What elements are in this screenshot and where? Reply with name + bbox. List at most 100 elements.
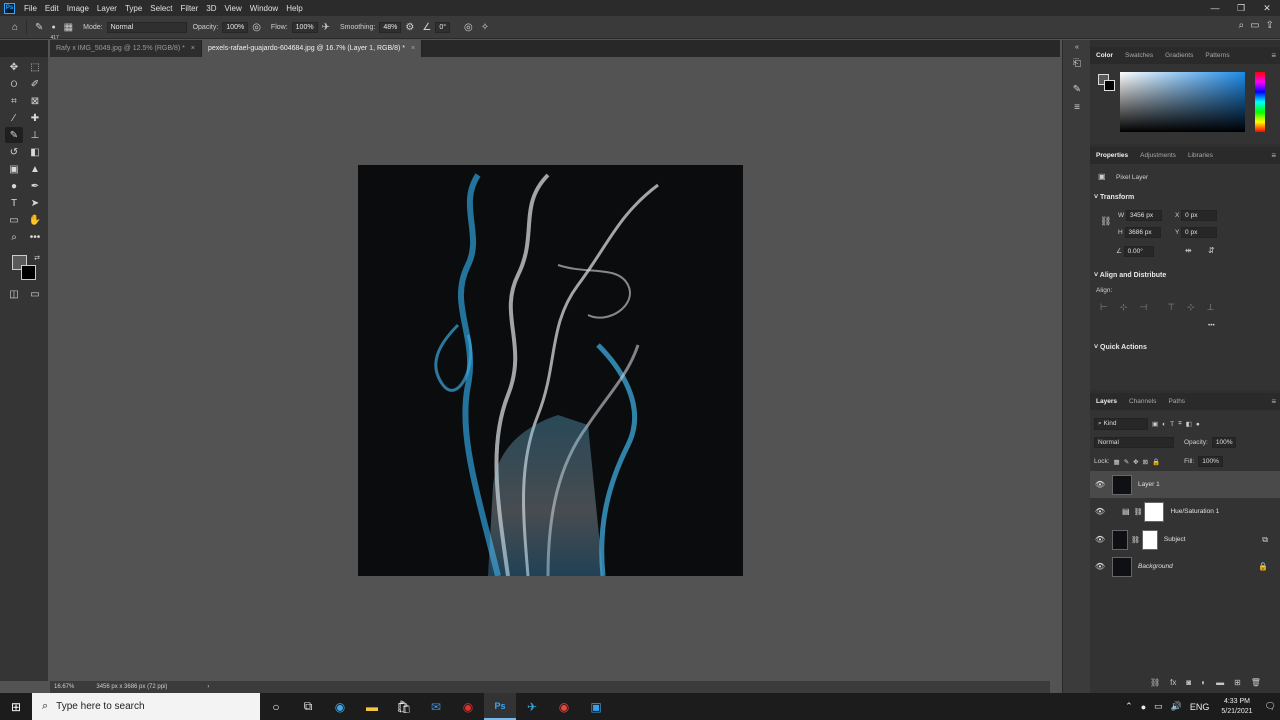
menu-window[interactable]: Window [246, 4, 282, 13]
more-tools-icon[interactable]: ••• [26, 229, 44, 245]
flip-horizontal-icon[interactable]: ⇹ [1185, 246, 1192, 255]
telegram-icon[interactable]: ✈ [516, 693, 548, 720]
color-picker-field[interactable] [1120, 72, 1245, 132]
layer-name[interactable]: Layer 1 [1138, 481, 1160, 488]
y-input[interactable]: 0 px [1181, 227, 1218, 238]
layer-name[interactable]: Subject [1164, 536, 1186, 543]
eraser-tool-icon[interactable]: ◧ [26, 144, 44, 160]
crop-tool-icon[interactable]: ⌗ [5, 93, 23, 109]
tab-gradients[interactable]: Gradients [1159, 52, 1199, 59]
tab-layers[interactable]: Layers [1090, 398, 1123, 405]
filter-toggle-icon[interactable]: ● [1196, 421, 1200, 428]
layer-opacity-input[interactable]: 100% [1211, 437, 1237, 448]
document-canvas[interactable] [358, 165, 743, 576]
filter-pixel-icon[interactable]: ▣ [1152, 420, 1158, 428]
clock[interactable]: 4:33 PM 5/21/2021 [1221, 697, 1252, 717]
eyedropper-tool-icon[interactable]: ⁄ [5, 110, 23, 126]
opacity-input[interactable]: 100% [222, 21, 249, 33]
home-icon[interactable]: ⌂ [12, 22, 18, 33]
lock-position-icon[interactable]: ✥ [1133, 458, 1138, 466]
menu-edit[interactable]: Edit [41, 4, 63, 13]
filter-smart-icon[interactable]: ◧ [1186, 420, 1192, 428]
link-layers-icon[interactable]: ⛓ [1150, 678, 1160, 687]
quick-mask-icon[interactable]: ◫ [5, 286, 23, 302]
blend-mode-select[interactable]: Normal [1094, 437, 1174, 448]
quick-actions-title[interactable]: ˅ Quick Actions [1094, 344, 1147, 351]
menu-type[interactable]: Type [121, 4, 146, 13]
align-right-icon[interactable]: ⊣ [1139, 302, 1147, 313]
quick-select-tool-icon[interactable]: ✐ [26, 76, 44, 92]
pen-tool-icon[interactable]: ✒ [26, 178, 44, 194]
visibility-eye-icon[interactable]: 👁 [1090, 480, 1110, 489]
tab-paths[interactable]: Paths [1162, 398, 1191, 405]
screen-mode-icon[interactable]: ▭ [26, 286, 44, 302]
align-bottom-icon[interactable]: ⊥ [1207, 302, 1215, 313]
panel-menu-icon[interactable]: ≡ [1271, 397, 1276, 406]
transform-title[interactable]: ˅ Transform [1094, 194, 1134, 201]
visibility-eye-icon[interactable]: 👁 [1090, 562, 1110, 571]
lock-all-icon[interactable]: 🔒 [1152, 458, 1160, 466]
add-mask-icon[interactable]: ◙ [1186, 678, 1191, 687]
align-vcenter-icon[interactable]: ⊹ [1187, 302, 1195, 313]
rectangle-tool-icon[interactable]: ▭ [5, 212, 23, 228]
adjust-panel-icon[interactable]: ≡ [1069, 100, 1085, 114]
pressure-size-icon[interactable]: ◎ [464, 22, 473, 33]
mode-select[interactable]: Normal [106, 21, 187, 33]
adjustment-layer-icon[interactable]: ◐ [1201, 678, 1206, 687]
menu-layer[interactable]: Layer [93, 4, 121, 13]
new-layer-icon[interactable]: ⊞ [1234, 678, 1241, 687]
zoom-tool-icon[interactable]: ⌕ [5, 229, 23, 245]
status-arrow-icon[interactable]: › [207, 684, 209, 690]
mask-thumbnail[interactable] [1141, 529, 1158, 550]
tab-properties[interactable]: Properties [1090, 152, 1134, 159]
flow-input[interactable]: 100% [291, 21, 318, 33]
menu-view[interactable]: View [221, 4, 246, 13]
gradient-tool-icon[interactable]: ▣ [5, 161, 23, 177]
taskbar-search[interactable]: ⌕ Type here to search [32, 693, 260, 720]
lock-pixels-icon[interactable]: ▦ [1114, 458, 1120, 466]
layer-row-subject[interactable]: 👁 ⛓ Subject ⧉ [1090, 526, 1280, 553]
menu-select[interactable]: Select [146, 4, 176, 13]
new-group-icon[interactable]: ▬ [1216, 678, 1224, 687]
frame-tool-icon[interactable]: ⊠ [26, 93, 44, 109]
move-tool-icon[interactable]: ✥ [5, 59, 23, 75]
workspace-icon[interactable]: ▭ [1250, 20, 1259, 31]
align-title[interactable]: ˅ Align and Distribute [1094, 272, 1166, 279]
hand-tool-icon[interactable]: ✋ [26, 212, 44, 228]
align-top-icon[interactable]: ⊤ [1167, 302, 1175, 313]
layer-name[interactable]: Background [1138, 563, 1173, 570]
brush-tool-icon[interactable]: ✎ [5, 127, 23, 143]
filter-shape-icon[interactable]: ⌗ [1178, 420, 1182, 428]
task-view-icon[interactable]: ⧉ [292, 693, 324, 720]
tab-color[interactable]: Color [1090, 52, 1119, 59]
search-icon[interactable]: ⌕ [1239, 20, 1245, 31]
mask-thumbnail[interactable] [1144, 501, 1165, 522]
file-explorer-icon[interactable]: ▬ [356, 693, 388, 720]
menu-file[interactable]: File [20, 4, 41, 13]
layer-filter-select[interactable]: ⌕ Kind [1094, 418, 1148, 430]
brush-angle-input[interactable]: 0° [435, 21, 451, 33]
photoshop-logo-icon[interactable]: Ps [4, 2, 15, 14]
history-panel-icon[interactable]: ⎗ [1069, 56, 1085, 70]
lock-icon[interactable]: 🔒 [1258, 562, 1268, 571]
brush-tool-icon[interactable]: ✎ [35, 22, 43, 33]
tab-rafy-img[interactable]: Rafy x IMG_5049.jpg @ 12.5% (RGB/8) * × [50, 40, 202, 57]
menu-help[interactable]: Help [282, 4, 306, 13]
maximize-icon[interactable]: ❐ [1228, 0, 1254, 16]
filter-adjust-icon[interactable]: ◐ [1162, 421, 1166, 428]
lasso-tool-icon[interactable]: ଠ [5, 76, 23, 92]
tab-close-icon[interactable]: × [411, 45, 415, 52]
volume-icon[interactable]: 🔊 [1171, 701, 1182, 712]
photos-icon[interactable]: ▣ [580, 693, 612, 720]
link-icon[interactable]: ⛓ [1100, 216, 1111, 227]
recorder-icon[interactable]: ◉ [452, 693, 484, 720]
filter-type-icon[interactable]: T [1170, 421, 1174, 428]
smoothing-input[interactable]: 48% [379, 21, 402, 33]
background-color[interactable] [21, 265, 36, 280]
angle-input[interactable]: 0.00° [1123, 246, 1154, 257]
align-left-icon[interactable]: ⊢ [1100, 302, 1108, 313]
dodge-tool-icon[interactable]: ● [5, 178, 23, 194]
tab-pexels-smoke[interactable]: pexels-rafael-guajardo-604684.jpg @ 16.7… [201, 40, 423, 57]
pressure-opacity-icon[interactable]: ◎ [252, 22, 261, 33]
tab-adjustments[interactable]: Adjustments [1134, 152, 1182, 159]
